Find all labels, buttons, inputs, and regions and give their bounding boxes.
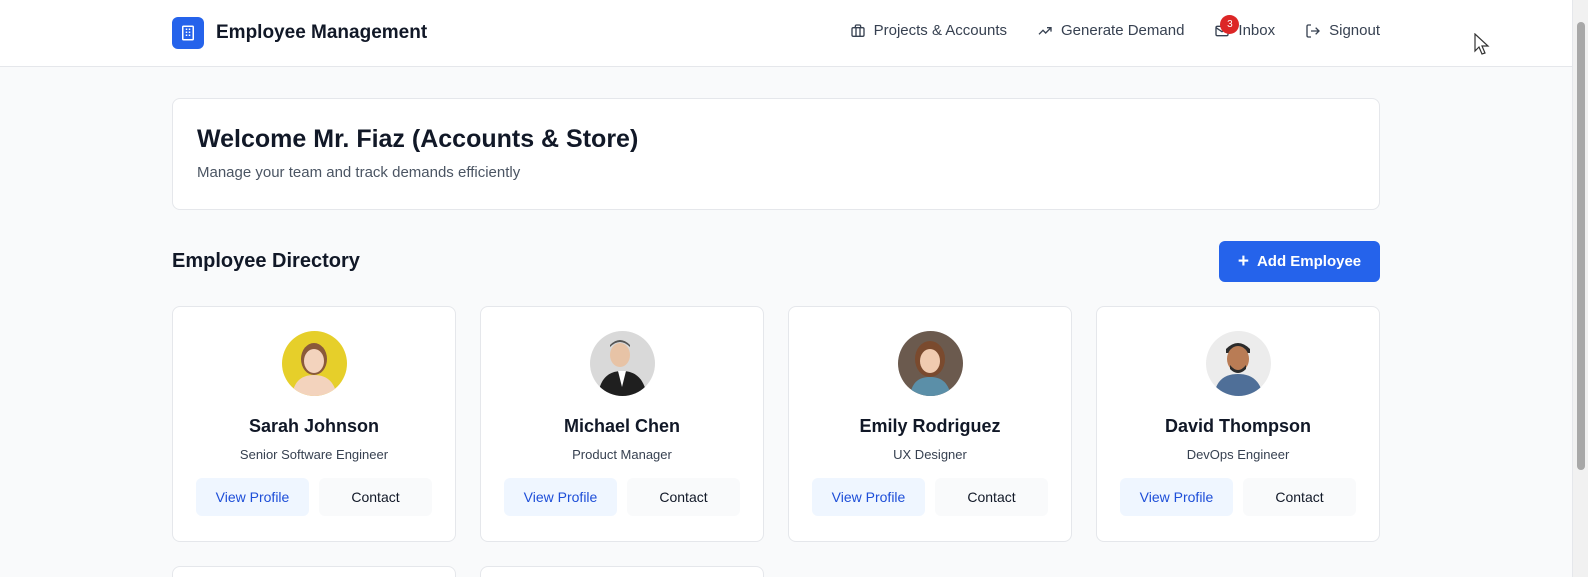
contact-button[interactable]: Contact bbox=[935, 478, 1048, 516]
nav-label: Projects & Accounts bbox=[873, 22, 1008, 39]
employee-card: Sarah Johnson Senior Software Engineer V… bbox=[172, 306, 456, 542]
scrollbar-thumb[interactable] bbox=[1577, 22, 1585, 470]
view-profile-button[interactable]: View Profile bbox=[1120, 478, 1233, 516]
employee-card: David Thompson DevOps Engineer View Prof… bbox=[1096, 306, 1380, 542]
view-profile-button[interactable]: View Profile bbox=[196, 478, 309, 516]
employee-card: Emily Rodriguez UX Designer View Profile… bbox=[788, 306, 1072, 542]
avatar bbox=[1205, 331, 1271, 396]
top-navbar: Employee Management Projects & Accounts … bbox=[0, 0, 1572, 67]
employee-name: Michael Chen bbox=[563, 416, 681, 436]
view-profile-button[interactable]: View Profile bbox=[812, 478, 925, 516]
add-employee-label: Add Employee bbox=[1256, 253, 1362, 270]
employee-role: Product Manager bbox=[572, 447, 672, 462]
contact-button[interactable]: Contact bbox=[319, 478, 432, 516]
contact-button[interactable]: Contact bbox=[1243, 478, 1356, 516]
add-employee-button[interactable]: + Add Employee bbox=[1219, 241, 1380, 282]
contact-button[interactable]: Contact bbox=[627, 478, 740, 516]
card-actions: View Profile Contact bbox=[196, 478, 432, 516]
main-nav: Projects & Accounts Generate Demand 3 In… bbox=[850, 15, 1380, 39]
directory-title: Employee Directory bbox=[172, 250, 360, 272]
nav-generate-demand[interactable]: Generate Demand bbox=[1037, 22, 1184, 39]
logout-icon bbox=[1306, 23, 1321, 38]
welcome-subtitle: Manage your team and track demands effic… bbox=[197, 164, 521, 181]
employee-card bbox=[480, 566, 764, 577]
nav-label: Generate Demand bbox=[1061, 22, 1185, 39]
employee-name: Sarah Johnson bbox=[248, 416, 380, 436]
card-actions: View Profile Contact bbox=[1120, 478, 1356, 516]
briefcase-icon bbox=[850, 23, 865, 37]
trending-up-icon bbox=[1038, 26, 1052, 35]
welcome-card: Welcome Mr. Fiaz (Accounts & Store) Mana… bbox=[172, 98, 1380, 210]
employee-role: UX Designer bbox=[893, 447, 967, 462]
employee-name: David Thompson bbox=[1164, 416, 1311, 436]
page-scrollbar[interactable] bbox=[1572, 0, 1588, 577]
employee-name: Emily Rodriguez bbox=[859, 416, 1001, 436]
employee-role: DevOps Engineer bbox=[1186, 447, 1290, 462]
app-title: Employee Management bbox=[216, 22, 428, 43]
nav-label: Signout bbox=[1329, 22, 1380, 39]
employee-card: Michael Chen Product Manager View Profil… bbox=[480, 306, 764, 542]
nav-label: Inbox bbox=[1238, 22, 1276, 39]
avatar bbox=[281, 331, 347, 396]
avatar bbox=[589, 331, 655, 396]
employee-card bbox=[172, 566, 456, 577]
employee-grid: Sarah Johnson Senior Software Engineer V… bbox=[172, 306, 1380, 542]
nav-inbox[interactable]: 3 Inbox bbox=[1214, 15, 1276, 39]
welcome-title: Welcome Mr. Fiaz (Accounts & Store) bbox=[197, 125, 639, 153]
employee-role: Senior Software Engineer bbox=[239, 447, 389, 462]
mouse-cursor-icon bbox=[1474, 33, 1490, 55]
card-actions: View Profile Contact bbox=[812, 478, 1048, 516]
inbox-count-badge: 3 bbox=[1220, 15, 1240, 34]
nav-signout[interactable]: Signout bbox=[1305, 22, 1380, 39]
avatar bbox=[897, 331, 963, 396]
view-profile-button[interactable]: View Profile bbox=[504, 478, 617, 516]
building-icon bbox=[172, 17, 204, 49]
plus-icon: + bbox=[1237, 251, 1249, 272]
employee-grid-row-2 bbox=[172, 566, 764, 577]
brand[interactable]: Employee Management bbox=[172, 17, 427, 49]
nav-projects-accounts[interactable]: Projects & Accounts bbox=[850, 22, 1007, 39]
card-actions: View Profile Contact bbox=[504, 478, 740, 516]
